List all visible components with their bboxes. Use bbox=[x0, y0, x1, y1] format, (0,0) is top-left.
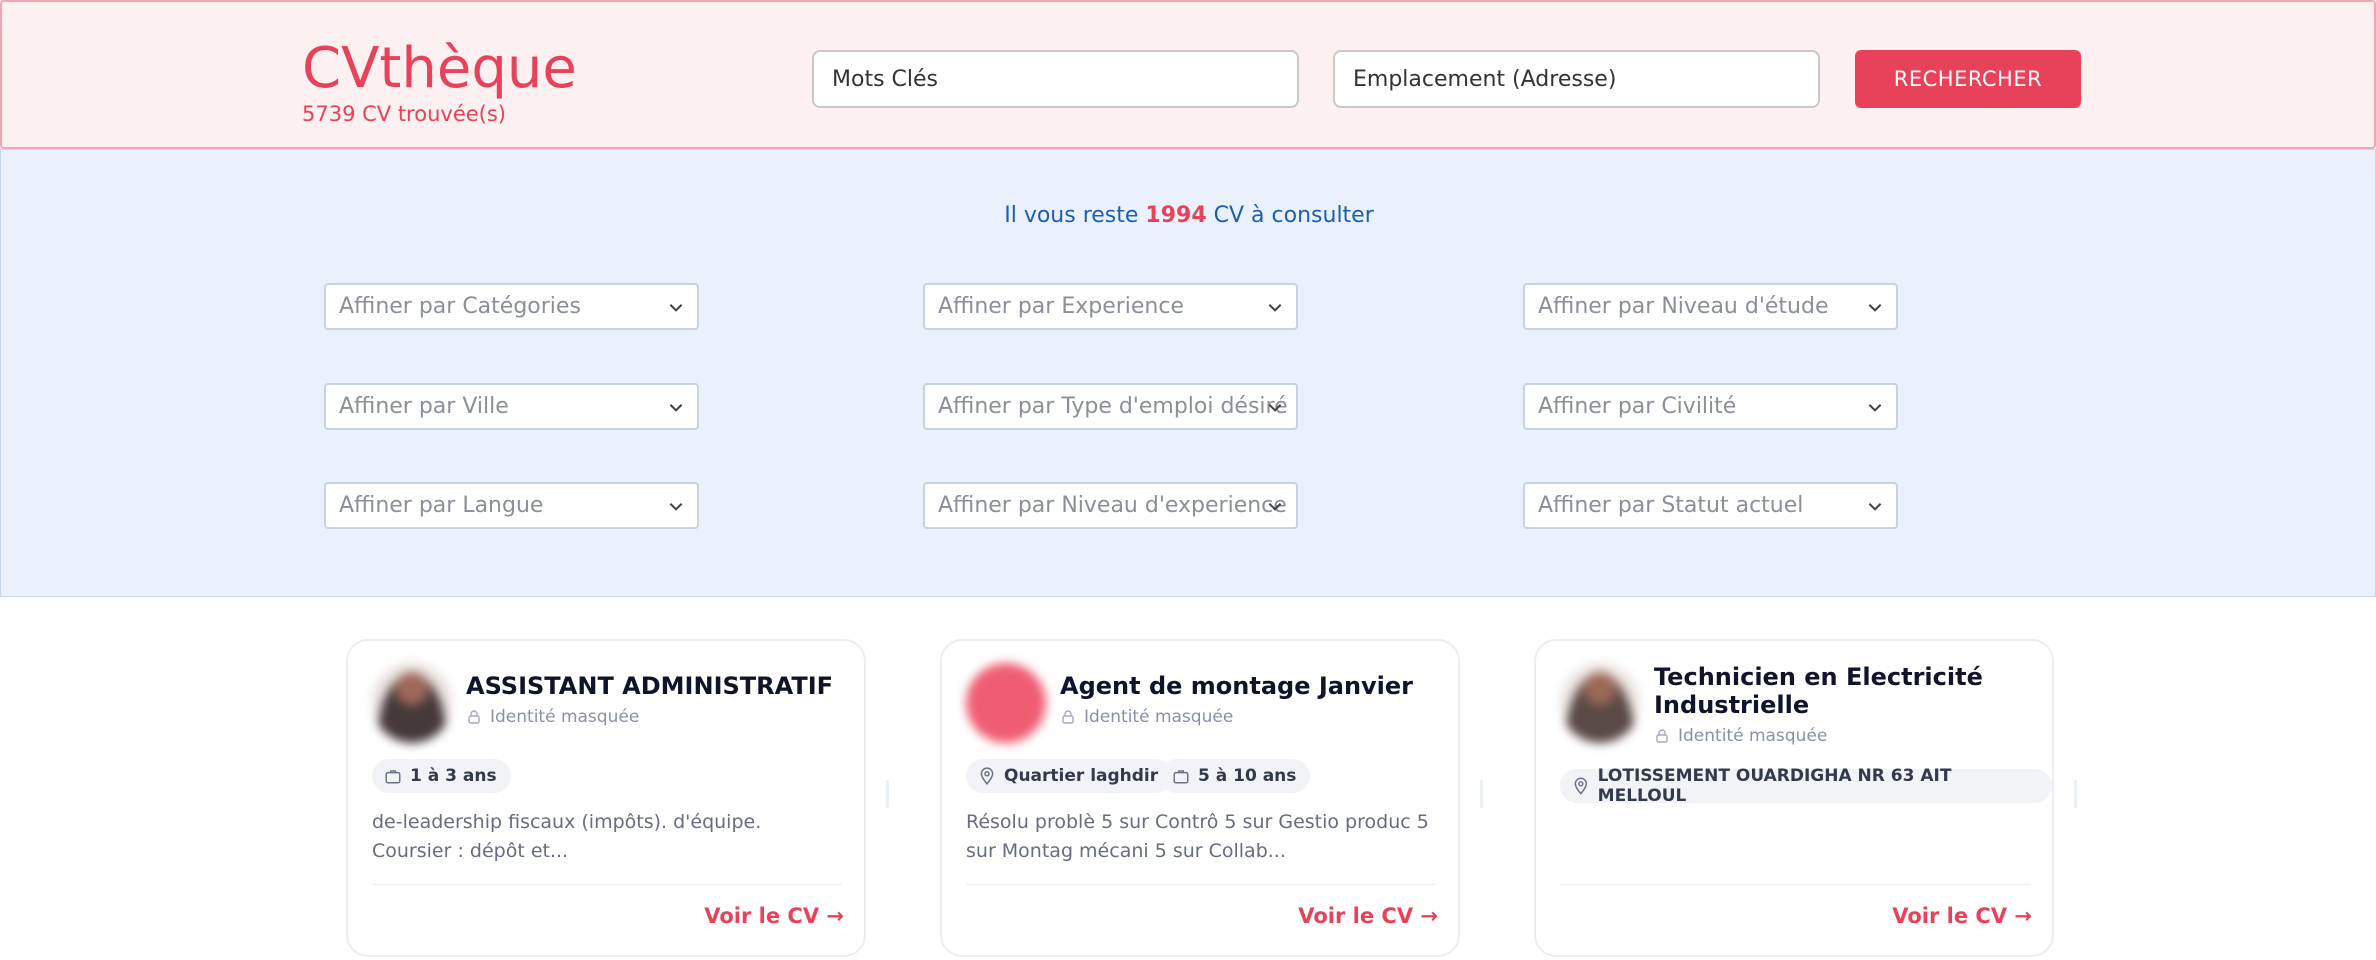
search-header: CVthèque 5739 CV trouvée(s) Mots Clés Em… bbox=[0, 0, 2376, 149]
remaining-cv-notice: Il vous reste 1994 CV à consulter bbox=[1, 203, 2376, 228]
briefcase-icon bbox=[1173, 770, 1189, 784]
map-pin-icon bbox=[980, 767, 994, 785]
filter-experience-level-select[interactable]: Affiner par Niveau d'experience bbox=[923, 482, 1298, 529]
experience-tag: 1 à 3 ans bbox=[372, 759, 511, 793]
card-divider bbox=[1560, 884, 2030, 885]
location-text: LOTISSEMENT OUARDIGHA NR 63 AIT MELLOUL bbox=[1597, 766, 1952, 806]
cv-title: ASSISTANT ADMINISTRATIF bbox=[466, 672, 834, 700]
location-text: Quartier laghdir bbox=[1004, 766, 1159, 786]
identity-label: Identité masquée bbox=[1654, 726, 1827, 746]
map-pin-icon bbox=[1574, 777, 1588, 795]
chevron-down-icon bbox=[1268, 503, 1282, 511]
location-tag: Quartier laghdir bbox=[966, 759, 1173, 793]
results-count: 5739 CV trouvée(s) bbox=[302, 102, 506, 126]
filter-city-select[interactable]: Affiner par Ville bbox=[324, 383, 699, 430]
cv-title-line: Technicien en Electricité bbox=[1654, 663, 1983, 691]
keywords-input[interactable]: Mots Clés bbox=[812, 50, 1299, 108]
chevron-down-icon bbox=[1268, 304, 1282, 312]
chevron-down-icon bbox=[669, 503, 683, 511]
view-cv-link[interactable]: Voir le CV → bbox=[1298, 904, 1438, 928]
identity-text: Identité masquée bbox=[1678, 726, 1828, 746]
identity-text: Identité masquée bbox=[1084, 707, 1234, 727]
filter-label: Affiner par Type d'emploi désiré bbox=[938, 394, 1288, 419]
filter-status-select[interactable]: Affiner par Statut actuel bbox=[1523, 482, 1898, 529]
chevron-down-icon bbox=[1868, 503, 1882, 511]
filter-label: Affiner par Niveau d'experience bbox=[938, 493, 1287, 518]
experience-tag: 5 à 10 ans bbox=[1160, 759, 1311, 793]
filter-label: Affiner par Catégories bbox=[339, 294, 581, 319]
lock-icon bbox=[1656, 729, 1668, 743]
chevron-down-icon bbox=[669, 404, 683, 412]
card-separator bbox=[1480, 780, 1483, 808]
cv-title-line: Industrielle bbox=[1654, 691, 1810, 719]
briefcase-icon bbox=[385, 770, 401, 784]
filter-label: Affiner par Ville bbox=[339, 394, 509, 419]
cv-excerpt: de-leadership fiscaux (impôts). d'équipe… bbox=[372, 811, 762, 862]
card-divider bbox=[372, 884, 842, 885]
filter-job-type-select[interactable]: Affiner par Type d'emploi désiré bbox=[923, 383, 1298, 430]
filter-label: Affiner par Statut actuel bbox=[1538, 493, 1804, 518]
filter-panel: Il vous reste 1994 CV à consulter Affine… bbox=[0, 149, 2376, 597]
avatar bbox=[966, 663, 1046, 743]
filter-label: Affiner par Experience bbox=[938, 294, 1185, 319]
cv-card[interactable]: Technicien en Electricité Industrielle I… bbox=[1534, 639, 2054, 957]
cv-card[interactable]: Agent de montage Janvier Identité masqué… bbox=[940, 639, 1460, 957]
identity-label: Identité masquée bbox=[1060, 707, 1233, 727]
chevron-down-icon bbox=[669, 304, 683, 312]
location-input[interactable]: Emplacement (Adresse) bbox=[1333, 50, 1820, 108]
lock-icon bbox=[1062, 710, 1074, 724]
filter-label: Affiner par Langue bbox=[339, 493, 544, 518]
cv-card[interactable]: ASSISTANT ADMINISTRATIF Identité masquée… bbox=[346, 639, 866, 957]
search-button[interactable]: RECHERCHER bbox=[1855, 50, 2081, 108]
avatar bbox=[372, 663, 452, 743]
view-cv-link[interactable]: Voir le CV → bbox=[1892, 904, 2032, 928]
filter-categories-select[interactable]: Affiner par Catégories bbox=[324, 283, 699, 330]
view-cv-link[interactable]: Voir le CV → bbox=[704, 904, 844, 928]
filter-label: Affiner par Niveau d'étude bbox=[1538, 294, 1829, 319]
cv-title: Technicien en Electricité Industrielle bbox=[1654, 663, 1983, 719]
filter-experience-select[interactable]: Affiner par Experience bbox=[923, 283, 1298, 330]
location-tag: LOTISSEMENT OUARDIGHA NR 63 AIT MELLOUL bbox=[1560, 766, 2052, 806]
remaining-prefix: Il vous reste bbox=[1004, 203, 1139, 228]
chevron-down-icon bbox=[1868, 304, 1882, 312]
card-separator bbox=[886, 780, 889, 808]
experience-text: 1 à 3 ans bbox=[410, 766, 497, 786]
filter-label: Affiner par Civilité bbox=[1538, 394, 1737, 419]
filter-civility-select[interactable]: Affiner par Civilité bbox=[1523, 383, 1898, 430]
identity-label: Identité masquée bbox=[466, 707, 639, 727]
chevron-down-icon bbox=[1268, 404, 1282, 412]
avatar bbox=[1560, 663, 1640, 743]
identity-text: Identité masquée bbox=[490, 707, 640, 727]
remaining-suffix: CV à consulter bbox=[1213, 203, 1374, 228]
filter-education-select[interactable]: Affiner par Niveau d'étude bbox=[1523, 283, 1898, 330]
chevron-down-icon bbox=[1868, 404, 1882, 412]
lock-icon bbox=[468, 710, 480, 724]
card-separator bbox=[2074, 780, 2077, 808]
cv-title: Agent de montage Janvier bbox=[1060, 672, 1414, 700]
cv-excerpt: Résolu problè 5 sur Contrô 5 sur Gestio … bbox=[966, 811, 1429, 862]
filter-language-select[interactable]: Affiner par Langue bbox=[324, 482, 699, 529]
card-divider bbox=[966, 884, 1436, 885]
page-title: CVthèque bbox=[302, 36, 577, 101]
experience-text: 5 à 10 ans bbox=[1198, 766, 1297, 786]
remaining-count: 1994 bbox=[1145, 203, 1207, 228]
